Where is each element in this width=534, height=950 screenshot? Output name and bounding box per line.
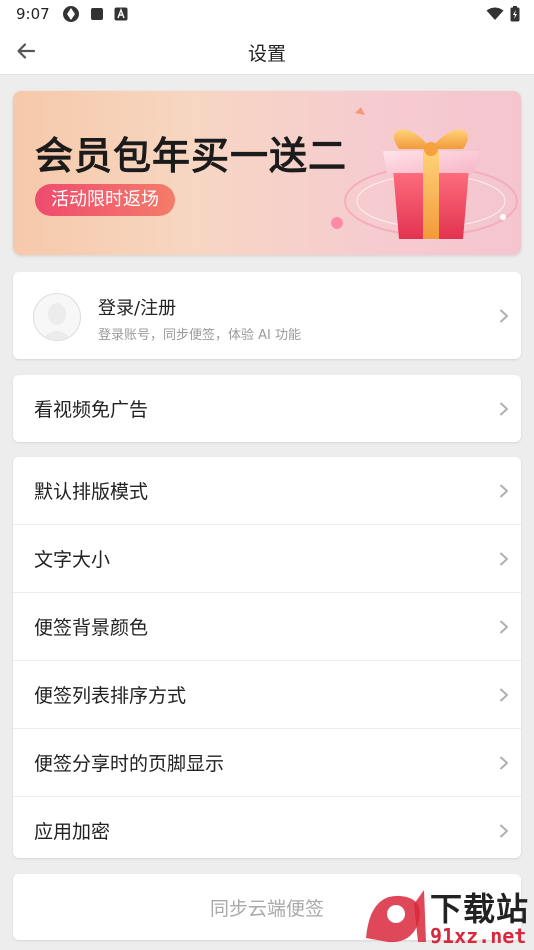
wifi-icon <box>486 7 504 20</box>
login-card[interactable]: 登录/注册 登录账号，同步便签，体验 AI 功能 <box>13 272 521 359</box>
chevron-right-icon <box>500 688 508 701</box>
chevron-right-icon <box>500 756 508 769</box>
page-title: 设置 <box>247 43 286 65</box>
sync-label: 同步云端便签 <box>209 897 324 920</box>
app-bar: 设置 <box>0 28 534 75</box>
chevron-right-icon <box>500 552 508 565</box>
user-avatar-icon <box>42 303 72 340</box>
login-title: 登录/注册 <box>98 298 177 319</box>
settings-item-font-size[interactable]: 文字大小 <box>13 525 521 593</box>
settings-item-share-footer[interactable]: 便签分享时的页脚显示 <box>13 729 521 797</box>
chevron-right-icon <box>500 484 508 497</box>
chevron-right-icon <box>500 824 508 837</box>
chevron-right-icon <box>500 402 508 415</box>
row-label: 便签背景颜色 <box>34 617 149 639</box>
watch-video-no-ads-row[interactable]: 看视频免广告 <box>13 375 521 442</box>
row-label: 应用加密 <box>34 821 111 843</box>
row-label: 便签分享时的页脚显示 <box>34 753 225 775</box>
gift-box-icon <box>331 107 518 239</box>
watch-video-no-ads-card[interactable]: 看视频免广告 <box>13 375 521 442</box>
vpn-icon <box>62 6 79 22</box>
login-subtitle: 登录账号，同步便签，体验 AI 功能 <box>98 328 301 343</box>
status-icons-left <box>62 5 128 23</box>
settings-list: 默认排版模式 文字大小 便签背景颜色 便签列表排序方式 便签分享时的页脚显示 应… <box>13 457 521 858</box>
chevron-right-icon <box>500 309 508 322</box>
settings-item-app-lock[interactable]: 应用加密 <box>13 797 521 864</box>
battery-icon <box>510 6 520 22</box>
chevron-right-icon <box>500 620 508 633</box>
status-time: 9:07 <box>16 5 50 23</box>
settings-item-default-layout[interactable]: 默认排版模式 <box>13 457 521 525</box>
avatar <box>33 293 81 341</box>
promo-banner[interactable]: 会员包年买一送二 活动限时返场 <box>13 91 521 255</box>
row-label: 看视频免广告 <box>34 399 149 421</box>
banner-title: 会员包年买一送二 <box>35 134 348 178</box>
row-label: 便签列表排序方式 <box>34 685 187 707</box>
row-label: 默认排版模式 <box>34 481 149 503</box>
settings-item-list-sort-order[interactable]: 便签列表排序方式 <box>13 661 521 729</box>
status-bar: 9:07 <box>0 0 534 28</box>
font-a-icon <box>114 7 128 21</box>
settings-item-note-background-color[interactable]: 便签背景颜色 <box>13 593 521 661</box>
row-label: 文字大小 <box>34 549 111 571</box>
status-icons-right <box>486 6 520 22</box>
watermark-url: 91xz.net <box>430 924 527 948</box>
banner-promo-pill[interactable]: 活动限时返场 <box>35 184 175 216</box>
stop-icon <box>90 8 103 20</box>
